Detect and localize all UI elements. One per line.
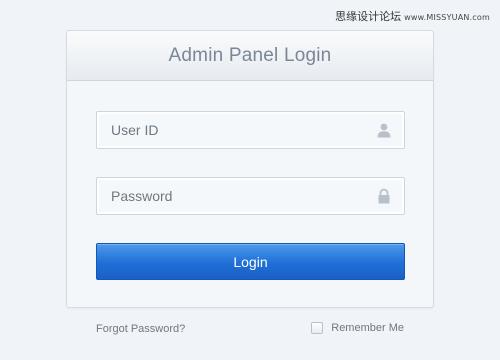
forgot-password-link[interactable]: Forgot Password? xyxy=(96,323,185,335)
user-id-field[interactable] xyxy=(96,111,405,149)
password-field[interactable] xyxy=(96,177,405,215)
remember-me-label: Remember Me xyxy=(331,322,404,334)
remember-me-checkbox[interactable] xyxy=(311,322,324,334)
watermark: 思缘设计论坛 www.MISSYUAN.com xyxy=(335,8,490,24)
panel-header: Admin Panel Login xyxy=(67,31,433,81)
user-id-input[interactable] xyxy=(111,112,361,148)
remember-me-control[interactable]: Remember Me xyxy=(311,322,404,334)
login-button[interactable]: Login xyxy=(96,243,405,280)
watermark-site-name: 思缘设计论坛 xyxy=(335,10,402,23)
user-icon xyxy=(377,123,391,138)
watermark-url: www.MISSYUAN.com xyxy=(404,13,490,22)
login-footer: Forgot Password? Remember Me xyxy=(96,322,404,340)
lock-icon xyxy=(378,188,390,204)
password-input[interactable] xyxy=(111,178,361,214)
page-title: Admin Panel Login xyxy=(168,44,332,66)
login-panel: Admin Panel Login Login xyxy=(66,30,434,308)
